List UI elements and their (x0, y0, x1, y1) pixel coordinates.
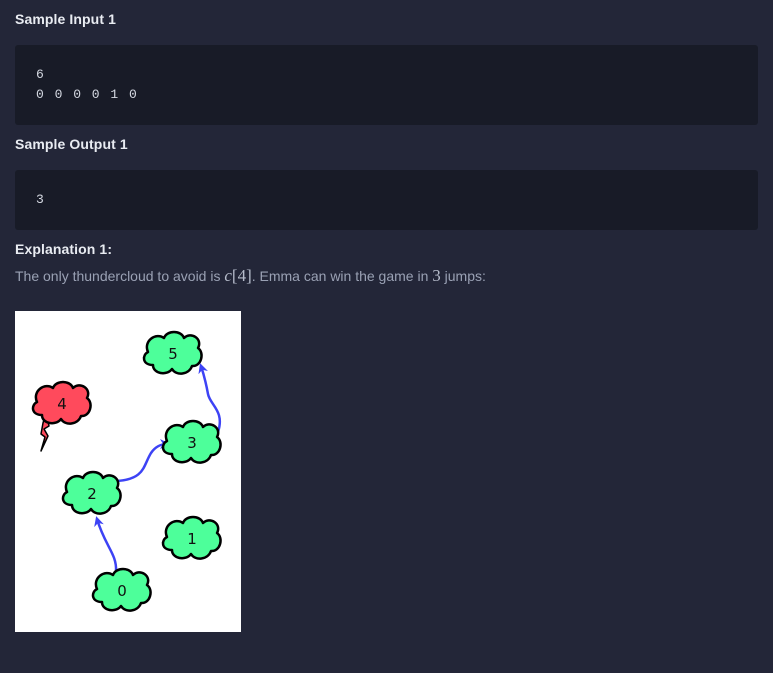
cloud-2: 2 (61, 470, 122, 515)
cloud-1: 1 (161, 515, 222, 560)
cloud-label: 5 (168, 345, 178, 363)
cloud-label: 1 (187, 530, 197, 548)
thundercloud-4: 4 (31, 380, 92, 452)
jump-arrow-0-to-2 (94, 516, 118, 572)
cloud-5: 5 (142, 330, 203, 375)
explanation-heading: Explanation 1: (15, 241, 113, 257)
jump-arrow-2-to-3 (116, 439, 170, 483)
cloud-label: 0 (117, 582, 127, 600)
math-c4: c[4] (224, 266, 251, 285)
sample-output-codeblock: 3 (15, 170, 758, 230)
explanation-text: The only thundercloud to avoid is c[4]. … (15, 266, 486, 286)
explanation-text-middle: . Emma can win the game in (251, 268, 433, 284)
explanation-text-after: jumps: (440, 268, 486, 284)
cloud-label: 3 (187, 434, 197, 452)
cloud-3: 3 (161, 419, 222, 464)
sample-input-codeblock: 6 0 0 0 0 1 0 (15, 45, 758, 125)
sample-output-heading: Sample Output 1 (15, 136, 128, 152)
sample-input-line-1: 6 (36, 67, 46, 82)
jump-diagram: 0 1 2 3 4 5 (15, 311, 241, 632)
jump-arrow-3-to-5 (198, 363, 221, 433)
explanation-text-before: The only thundercloud to avoid is (15, 268, 225, 284)
math-index: [4] (231, 266, 252, 285)
sample-input-heading: Sample Input 1 (15, 11, 116, 27)
math-jumps: 3 (432, 266, 441, 285)
jump-diagram-svg: 0 1 2 3 4 5 (31, 330, 222, 612)
sample-input-line-2: 0 0 0 0 1 0 (36, 87, 139, 102)
cloud-label: 4 (57, 395, 67, 413)
cloud-0: 0 (91, 567, 152, 612)
sample-output-line-1: 3 (36, 192, 46, 207)
cloud-label: 2 (87, 485, 97, 503)
math-var: c (224, 266, 232, 285)
